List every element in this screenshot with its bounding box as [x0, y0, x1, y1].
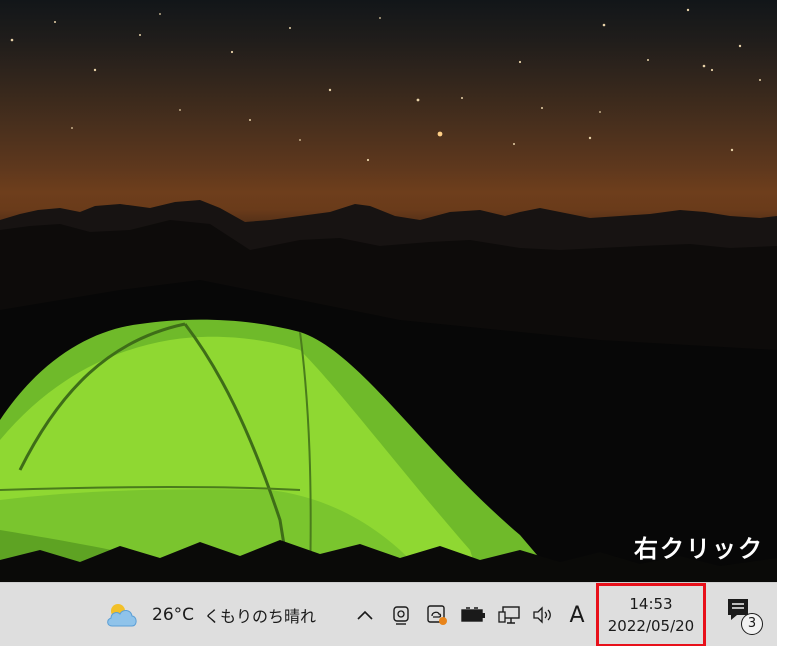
notification-icon-wrapper: 3 — [725, 597, 763, 635]
weather-widget[interactable]: 26°C くもりのち晴れ — [104, 583, 334, 646]
partly-cloudy-icon — [107, 604, 137, 627]
taskbar-clock[interactable]: 14:53 2022/05/20 — [596, 583, 706, 646]
notification-center-button[interactable]: 3 — [716, 583, 768, 646]
onedrive-icon — [427, 605, 447, 625]
right-click-annotation: 右クリック — [634, 535, 764, 563]
clock-time: 14:53 — [629, 595, 673, 613]
tray-battery[interactable] — [456, 583, 490, 646]
notification-count-badge: 3 — [741, 613, 763, 635]
volume-icon — [533, 606, 551, 624]
taskbar: 26°C くもりのち晴れ A 14:53 2022/05/20 3 — [0, 582, 777, 646]
star-field — [10, 8, 761, 162]
tray-onedrive[interactable] — [422, 583, 452, 646]
network-icon — [498, 606, 520, 624]
tray-volume[interactable] — [528, 583, 558, 646]
tray-camera[interactable] — [388, 583, 414, 646]
chevron-up-icon — [357, 610, 373, 620]
desktop-screen: 右クリック 26°C くもりのち晴れ A 14:53 2022/05/20 3 — [0, 0, 777, 646]
battery-icon — [461, 607, 485, 622]
weather-temperature: 26°C — [152, 605, 195, 625]
tray-network[interactable] — [494, 583, 524, 646]
weather-condition: くもりのち晴れ — [204, 607, 317, 626]
desktop-wallpaper — [0, 0, 777, 582]
ime-mode-indicator[interactable]: A — [562, 583, 592, 646]
camera-icon — [393, 606, 409, 625]
ime-mode-label: A — [569, 602, 585, 628]
night-landscape — [0, 200, 777, 582]
clock-date: 2022/05/20 — [607, 617, 695, 635]
show-hidden-icons-button[interactable] — [350, 583, 380, 646]
